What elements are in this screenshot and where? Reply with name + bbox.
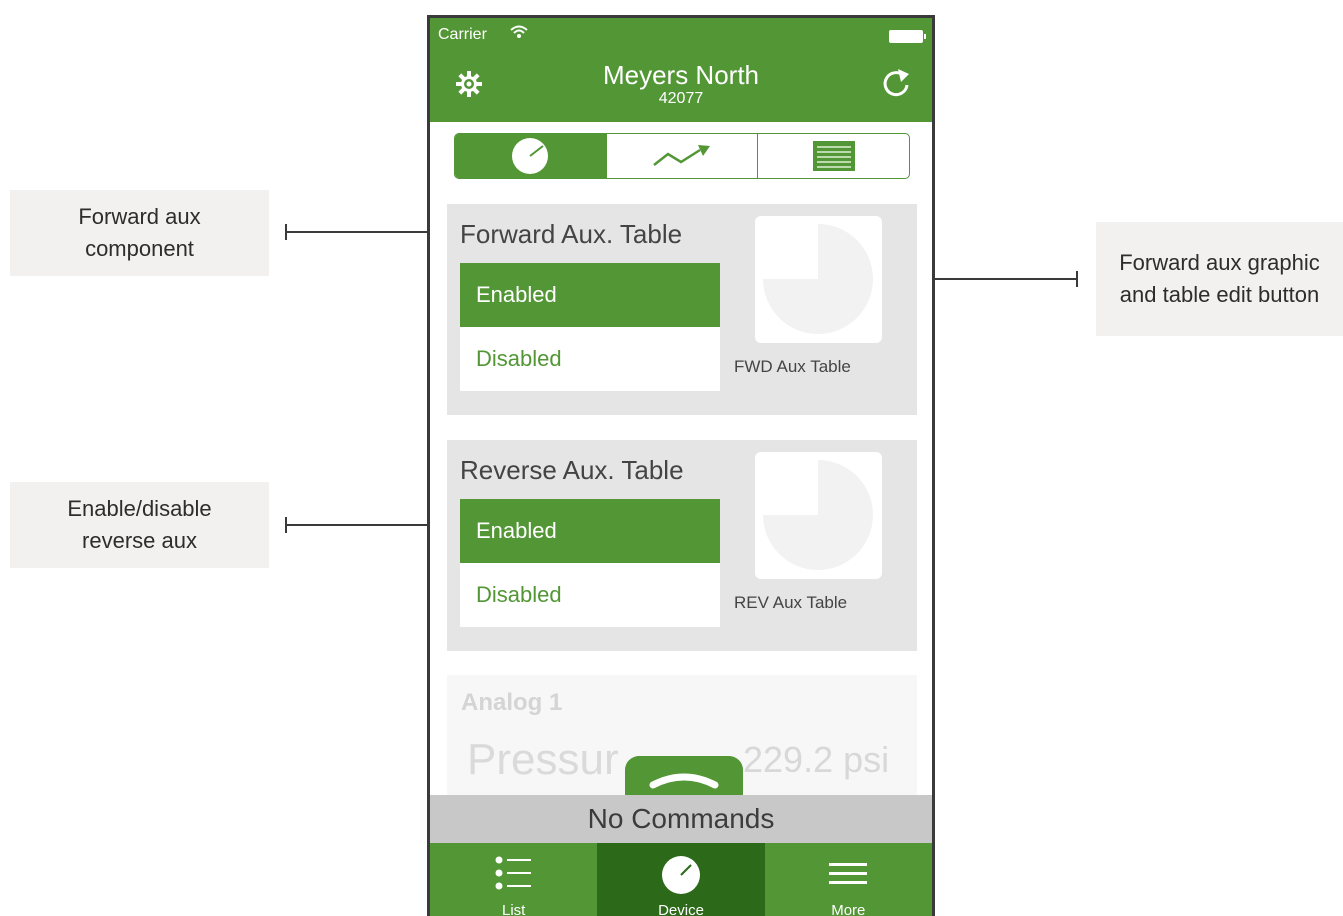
- callout-reverse-aux: Enable/disable reverse aux: [10, 482, 269, 568]
- callout-reverse-aux-text: Enable/disable reverse aux: [67, 496, 212, 553]
- device-id: 42077: [658, 90, 704, 107]
- callout-forward-graphic: Forward aux graphic and table edit butto…: [1096, 222, 1343, 336]
- forward-aux-card: Forward Aux. Table Enabled Disabled FWD …: [447, 204, 917, 415]
- callout-forward-aux-text: Forward aux component: [78, 204, 201, 261]
- reverse-aux-graphic-label: REV Aux Table: [734, 593, 848, 612]
- carrier-label: Carrier: [438, 26, 487, 43]
- segment-table[interactable]: [757, 134, 909, 178]
- callout-graphic-cap: [1076, 271, 1078, 287]
- reverse-aux-title: Reverse Aux. Table: [460, 455, 684, 485]
- callout-reverse-leader: [285, 524, 438, 526]
- segment-trend[interactable]: [605, 134, 758, 178]
- list-icon: [495, 856, 531, 890]
- commands-bar[interactable]: No Commands: [430, 795, 932, 843]
- analog-reading: 229.2 psi: [743, 739, 890, 780]
- pie-graphic-icon: [763, 460, 873, 570]
- analog-value-label: Pressur: [467, 735, 619, 784]
- refresh-icon[interactable]: [879, 65, 913, 101]
- callout-forward-graphic-text: Forward aux graphic and table edit butto…: [1119, 250, 1320, 307]
- reverse-disabled-option[interactable]: Disabled: [460, 563, 720, 627]
- tab-device-label: Device: [658, 902, 704, 916]
- forward-disabled-option[interactable]: Disabled: [460, 327, 720, 391]
- phone-screen: Carrier Meyers North 42077 Forward Aux. …: [427, 15, 935, 916]
- view-segmented-control: [454, 133, 910, 179]
- trend-chart-icon: [653, 145, 710, 166]
- menu-icon: [829, 863, 868, 884]
- reverse-enabled-option[interactable]: Enabled: [460, 499, 720, 563]
- forward-enabled-option[interactable]: Enabled: [460, 263, 720, 327]
- gauge-icon: [661, 856, 700, 894]
- segment-gauge[interactable]: [455, 134, 606, 178]
- analog-title: Analog 1: [461, 689, 563, 716]
- tab-list[interactable]: List: [430, 843, 597, 916]
- device-title: Meyers North: [602, 60, 760, 90]
- tab-more-label: More: [831, 902, 866, 916]
- battery-icon: [889, 30, 926, 43]
- tab-more[interactable]: More: [765, 843, 932, 916]
- forward-aux-title: Forward Aux. Table: [460, 219, 683, 249]
- callout-forward-leader: [285, 231, 437, 233]
- reverse-aux-card: Reverse Aux. Table Enabled Disabled REV …: [447, 440, 917, 651]
- gauge-icon: [512, 138, 549, 174]
- wifi-icon: [510, 25, 528, 38]
- app-header: Carrier Meyers North 42077: [430, 18, 932, 122]
- table-icon: [812, 141, 855, 171]
- tab-list-label: List: [501, 902, 526, 916]
- chevron-up-icon: [649, 773, 719, 789]
- forward-aux-graphic-button[interactable]: [755, 216, 882, 343]
- tab-device[interactable]: Device: [597, 843, 765, 916]
- pie-graphic-icon: [763, 224, 873, 334]
- tab-bar: List Device More: [430, 843, 932, 916]
- forward-aux-graphic-label: FWD Aux Table: [734, 357, 851, 376]
- reverse-aux-graphic-button[interactable]: [755, 452, 882, 579]
- callout-forward-aux: Forward aux component: [10, 190, 269, 276]
